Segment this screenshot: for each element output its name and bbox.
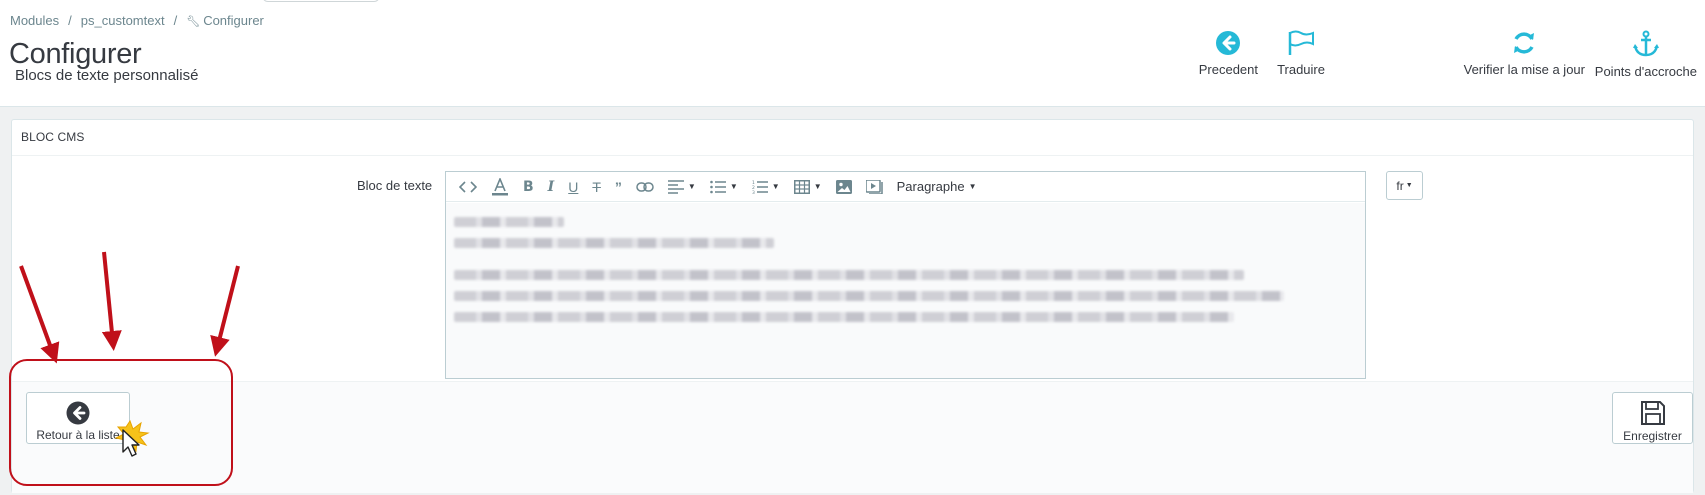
save-icon — [1640, 401, 1665, 425]
header-search-stub[interactable] — [262, 0, 380, 2]
table-icon[interactable]: ▼ — [787, 172, 829, 202]
blurred-text-line — [454, 291, 1284, 301]
rich-text-editor[interactable]: B I U T ” ▼ ▼ 1 2 3 ▼ ▼ Paragraphe ▼ — [445, 171, 1366, 379]
save-button[interactable]: Enregistrer — [1612, 392, 1693, 444]
breadcrumb-item-modules[interactable]: Modules — [10, 13, 59, 28]
page-subtitle: Blocs de texte personnalisé — [15, 67, 199, 84]
svg-text:3: 3 — [752, 190, 755, 194]
back-button-label: Precedent — [1198, 62, 1258, 77]
panel-heading: BLOC CMS — [12, 120, 1693, 156]
paragraph-format-dropdown[interactable]: Paragraphe ▼ — [891, 172, 984, 202]
save-label: Enregistrer — [1623, 429, 1682, 443]
bold-icon[interactable]: B — [516, 172, 541, 202]
language-dropdown[interactable]: fr ▼ — [1386, 171, 1423, 200]
flag-icon — [1288, 30, 1315, 55]
italic-icon[interactable]: I — [541, 172, 562, 202]
text-color-icon[interactable] — [484, 172, 516, 202]
video-icon[interactable] — [859, 172, 891, 202]
anchor-icon — [1632, 30, 1659, 57]
hooks-button[interactable]: Points d'accroche — [1595, 26, 1697, 79]
paragraph-format-label: Paragraphe — [896, 179, 965, 194]
language-value: fr — [1396, 178, 1404, 193]
align-icon[interactable]: ▼ — [661, 172, 703, 202]
hooks-label: Points d'accroche — [1594, 64, 1697, 79]
check-update-label: Verifier la mise a jour — [1463, 62, 1585, 77]
translate-button[interactable]: Traduire — [1277, 26, 1325, 77]
back-to-list-label: Retour à la liste — [36, 428, 120, 442]
cms-block-panel: BLOC CMS Bloc de texte B I U T ” ▼ ▼ 1 2… — [11, 119, 1694, 493]
blurred-text-line — [454, 312, 1234, 322]
page-header: Modules / ps_customtext / 🔧︎ Configurer Confi… — [0, 0, 1705, 107]
quote-icon[interactable]: ” — [608, 172, 629, 202]
back-to-list-button[interactable]: Retour à la liste — [26, 392, 130, 444]
blurred-text-line — [454, 217, 564, 227]
translate-button-label: Traduire — [1277, 62, 1325, 77]
check-update-button[interactable]: Verifier la mise a jour — [1464, 26, 1585, 77]
refresh-icon — [1514, 32, 1535, 54]
blurred-text-line — [454, 270, 1244, 280]
breadcrumb-separator: / — [68, 13, 72, 28]
code-icon[interactable] — [452, 172, 484, 202]
blurred-text-line — [454, 238, 774, 248]
editor-toolbar: B I U T ” ▼ ▼ 1 2 3 ▼ ▼ Paragraphe ▼ — [446, 172, 1365, 202]
panel-footer: Retour à la liste Enregistrer — [12, 381, 1693, 493]
breadcrumb-separator: / — [173, 13, 178, 28]
wrench-icon: 🔧︎ — [186, 16, 201, 28]
numbered-list-icon[interactable]: 1 2 3 ▼ — [745, 172, 787, 202]
arrow-left-circle-icon — [1216, 31, 1241, 55]
bullet-list-icon[interactable]: ▼ — [703, 172, 745, 202]
strikethrough-icon[interactable]: T — [585, 172, 608, 202]
underline-icon[interactable]: U — [561, 172, 585, 202]
arrow-left-circle-icon — [66, 401, 90, 425]
breadcrumb: Modules / ps_customtext / 🔧︎ Configurer — [10, 13, 264, 28]
editor-content-area[interactable] — [446, 203, 1365, 378]
breadcrumb-item-module[interactable]: ps_customtext — [81, 13, 165, 28]
image-icon[interactable] — [829, 172, 859, 202]
main-content: BLOC CMS Bloc de texte B I U T ” ▼ ▼ 1 2… — [0, 107, 1705, 495]
back-button[interactable]: Precedent — [1199, 26, 1258, 77]
text-block-label: Bloc de texte — [357, 178, 433, 193]
link-icon[interactable] — [629, 172, 661, 202]
breadcrumb-item-current: Configurer — [203, 13, 264, 28]
